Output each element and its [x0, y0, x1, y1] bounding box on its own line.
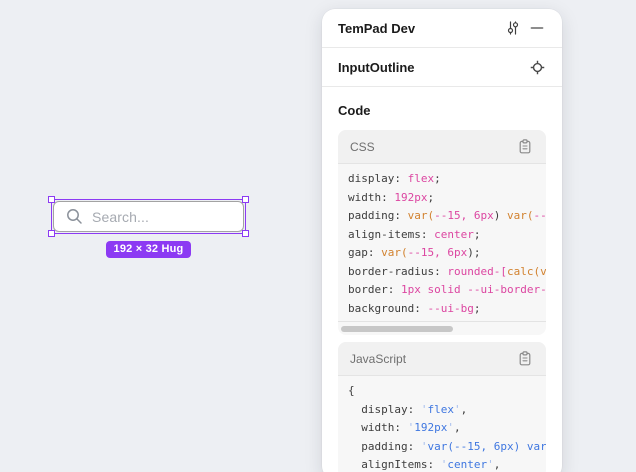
locate-node-button[interactable]	[525, 55, 549, 79]
javascript-code-block: JavaScript { display: 'flex', width: '19…	[338, 342, 546, 472]
crosshair-icon	[530, 60, 545, 75]
figma-canvas[interactable]: Search... 192 × 32 Hug TemPad Dev	[0, 0, 636, 472]
selection-handle-ne[interactable]	[242, 196, 249, 203]
javascript-block-header: JavaScript	[338, 342, 546, 376]
code-line: gap: var(--15, 6px);	[348, 244, 536, 263]
panel-title: TemPad Dev	[338, 21, 501, 36]
css-block-label: CSS	[350, 140, 515, 154]
size-badge: 192 × 32 Hug	[106, 241, 192, 258]
selected-node-name: InputOutline	[338, 60, 525, 75]
css-horizontal-scrollbar	[338, 321, 546, 335]
javascript-code-area[interactable]: { display: 'flex', width: '192px', paddi…	[338, 376, 546, 472]
selection-outline	[51, 199, 246, 234]
css-scrollbar-thumb[interactable]	[341, 326, 453, 332]
minimize-button[interactable]	[525, 16, 549, 40]
css-code-block: CSS display: flex;width: 192px;padding: …	[338, 130, 546, 335]
selection-handle-sw[interactable]	[48, 230, 55, 237]
code-line: alignItems: 'center',	[348, 456, 536, 472]
settings-button[interactable]	[501, 16, 525, 40]
panel-header: TemPad Dev	[322, 9, 562, 48]
selection-handle-se[interactable]	[242, 230, 249, 237]
code-line: padding: 'var(--15, 6px) var	[348, 438, 536, 457]
size-badge-row: 192 × 32 Hug	[52, 241, 245, 258]
code-line: border-radius: rounded-[calc(v	[348, 263, 536, 282]
code-section-label: Code	[322, 87, 562, 130]
code-line: padding: var(--15, 6px) var(--	[348, 207, 536, 226]
code-line: align-items: center;	[348, 226, 536, 245]
copy-css-button[interactable]	[515, 137, 535, 157]
minus-icon	[529, 20, 545, 36]
code-line: display: 'flex',	[348, 401, 536, 420]
clipboard-icon	[518, 139, 532, 154]
selected-component[interactable]: Search...	[52, 200, 245, 233]
selection-handle-nw[interactable]	[48, 196, 55, 203]
css-block-header: CSS	[338, 130, 546, 164]
selected-node-row: InputOutline	[322, 48, 562, 87]
code-line: width: '192px',	[348, 419, 536, 438]
code-line: width: 192px;	[348, 189, 536, 208]
copy-javascript-button[interactable]	[515, 349, 535, 369]
clipboard-icon	[518, 351, 532, 366]
code-line: {	[348, 382, 536, 401]
code-line: display: flex;	[348, 170, 536, 189]
code-line: border: 1px solid --ui-border-	[348, 281, 536, 300]
tempad-dev-panel: TemPad Dev InputOutline	[322, 9, 562, 472]
javascript-block-label: JavaScript	[350, 352, 515, 366]
sliders-icon	[505, 20, 521, 36]
css-code-area[interactable]: display: flex;width: 192px;padding: var(…	[338, 164, 546, 321]
code-line: background: --ui-bg;	[348, 300, 536, 319]
